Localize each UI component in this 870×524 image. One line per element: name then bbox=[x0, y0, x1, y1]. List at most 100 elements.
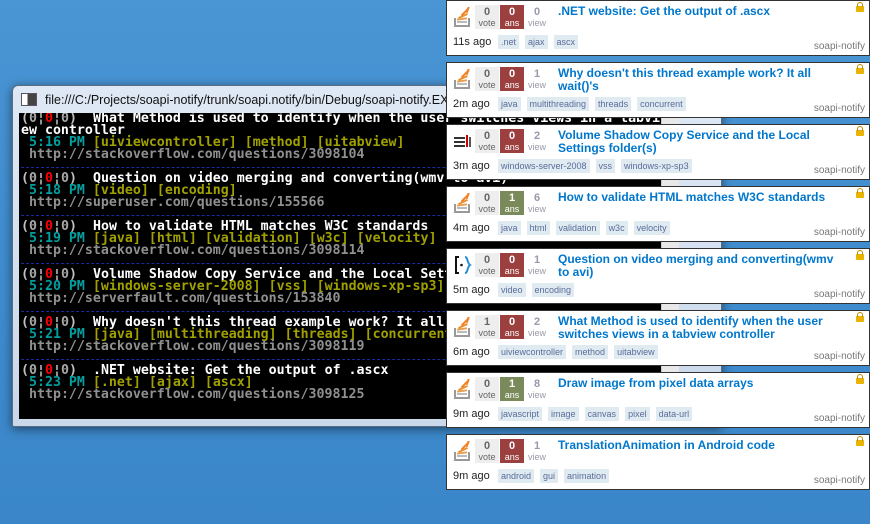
tag-list: .net ajax ascx bbox=[498, 35, 579, 49]
lock-icon[interactable] bbox=[856, 250, 864, 260]
vote-count-box: 0 vote bbox=[475, 377, 499, 401]
tag[interactable]: threads bbox=[595, 97, 632, 111]
tag[interactable]: encoding bbox=[531, 283, 575, 297]
vote-count-box: 1 vote bbox=[475, 315, 499, 339]
vote-count-box: 0 vote bbox=[475, 253, 499, 277]
time-ago: 6m ago bbox=[453, 346, 490, 358]
vote-label: vote bbox=[478, 80, 496, 90]
tag[interactable]: html bbox=[526, 221, 550, 235]
vote-count: 1 bbox=[483, 316, 491, 328]
question-title-link[interactable]: Volume Shadow Copy Service and the Local… bbox=[558, 129, 838, 155]
tag-text: velocity bbox=[364, 231, 429, 246]
lock-icon[interactable] bbox=[856, 312, 864, 322]
tag[interactable]: ascx bbox=[553, 35, 579, 49]
view-count: 1 bbox=[533, 440, 541, 452]
answer-count-box: 0 ans bbox=[500, 439, 524, 463]
view-count-box: 1 view bbox=[525, 67, 549, 91]
question-title-link[interactable]: How to validate HTML matches W3C standar… bbox=[558, 191, 838, 204]
vote-count: 0 bbox=[483, 68, 491, 80]
tag[interactable]: .net bbox=[498, 35, 520, 49]
source-label: soapi-notify bbox=[813, 41, 865, 52]
url-text[interactable]: http://superuser.com/questions/155566 bbox=[29, 195, 325, 210]
tag[interactable]: java bbox=[498, 97, 521, 111]
notification-card[interactable]: 0 vote 0 ans 2 view Volume Shadow Copy Service… bbox=[446, 124, 870, 180]
question-title-link[interactable]: Why doesn't this thread example work? It… bbox=[558, 67, 838, 93]
view-count: 2 bbox=[533, 316, 541, 328]
notification-card[interactable]: 0 vote 0 ans 1 view Question on video merging … bbox=[446, 248, 870, 304]
answer-label: ans bbox=[504, 266, 520, 276]
vote-label: vote bbox=[478, 204, 496, 214]
site-stackoverflow-icon bbox=[454, 190, 472, 213]
lock-icon[interactable] bbox=[856, 64, 864, 74]
answer-count-box: 0 ans bbox=[500, 315, 524, 339]
tag[interactable]: image bbox=[548, 407, 579, 421]
notification-card[interactable]: 0 vote 1 ans 8 view Draw image from pixel data… bbox=[446, 372, 870, 428]
lock-icon[interactable] bbox=[856, 2, 864, 12]
tag[interactable]: video bbox=[498, 283, 526, 297]
lock-icon[interactable] bbox=[856, 188, 864, 198]
tag[interactable]: data-url bbox=[655, 407, 693, 421]
answer-label: ans bbox=[504, 452, 520, 462]
tag[interactable]: android bbox=[498, 469, 535, 483]
tag[interactable]: gui bbox=[540, 469, 559, 483]
answer-count: 0 bbox=[508, 316, 516, 328]
tag[interactable]: method bbox=[572, 345, 609, 359]
view-label: view bbox=[527, 390, 546, 400]
view-count-box: 1 view bbox=[525, 439, 549, 463]
question-title-link[interactable]: What Method is used to identify when the… bbox=[558, 315, 838, 341]
url-text[interactable]: http://stackoverflow.com/questions/30981… bbox=[29, 387, 364, 402]
notification-card[interactable]: 1 vote 0 ans 2 view What Method is used to ide… bbox=[446, 310, 870, 366]
url-text[interactable]: http://stackoverflow.com/questions/30981… bbox=[29, 339, 364, 354]
tag[interactable]: uiviewcontroller bbox=[498, 345, 567, 359]
url-text[interactable]: http://stackoverflow.com/questions/30981… bbox=[29, 147, 364, 162]
lock-icon[interactable] bbox=[856, 436, 864, 446]
tag[interactable]: windows-xp-sp3 bbox=[621, 159, 692, 173]
notification-card[interactable]: 0 vote 0 ans 1 view TranslationAnimation in An… bbox=[446, 434, 870, 490]
tag[interactable]: concurrent bbox=[637, 97, 686, 111]
tag-text: concurrent bbox=[372, 327, 453, 342]
tag[interactable]: pixel bbox=[625, 407, 650, 421]
tag-list: windows-server-2008 vss windows-xp-sp3 bbox=[498, 159, 692, 173]
view-count: 1 bbox=[533, 254, 541, 266]
tag[interactable]: multithreading bbox=[526, 97, 590, 111]
site-stackoverflow-icon bbox=[454, 314, 472, 337]
source-label: soapi-notify bbox=[813, 475, 865, 486]
question-title-link[interactable]: TranslationAnimation in Android code bbox=[558, 439, 838, 452]
lock-icon[interactable] bbox=[856, 126, 864, 136]
console-app-icon bbox=[21, 93, 37, 106]
view-count: 2 bbox=[533, 130, 541, 142]
notification-card[interactable]: 0 vote 0 ans 1 view Why doesn't this thread ex… bbox=[446, 62, 870, 118]
time-ago: 3m ago bbox=[453, 160, 490, 172]
lock-icon[interactable] bbox=[856, 374, 864, 384]
source-label: soapi-notify bbox=[813, 103, 865, 114]
vote-count: 0 bbox=[483, 6, 491, 18]
question-title-link[interactable]: .NET website: Get the output of .ascx bbox=[558, 5, 838, 18]
view-count: 6 bbox=[533, 192, 541, 204]
tag[interactable]: validation bbox=[555, 221, 600, 235]
tag[interactable]: animation bbox=[564, 469, 610, 483]
tag[interactable]: windows-server-2008 bbox=[498, 159, 590, 173]
tag[interactable]: java bbox=[498, 221, 521, 235]
url-text[interactable]: http://stackoverflow.com/questions/30981… bbox=[29, 243, 364, 258]
tag[interactable]: velocity bbox=[633, 221, 670, 235]
tag-list: video encoding bbox=[498, 283, 575, 297]
vote-label: vote bbox=[478, 328, 496, 338]
vote-count-box: 0 vote bbox=[475, 129, 499, 153]
question-title-link[interactable]: Question on video merging and converting… bbox=[558, 253, 838, 279]
tag[interactable]: ajax bbox=[525, 35, 548, 49]
tag[interactable]: w3c bbox=[605, 221, 628, 235]
tag-list: java multithreading threads concurrent bbox=[498, 97, 686, 111]
question-title-link[interactable]: Draw image from pixel data arrays bbox=[558, 377, 838, 390]
time-ago: 9m ago bbox=[453, 470, 490, 482]
tag[interactable]: javascript bbox=[498, 407, 543, 421]
view-label: view bbox=[527, 204, 546, 214]
notification-card[interactable]: 0 vote 0 ans 0 view .NET website: Get the outp… bbox=[446, 0, 870, 56]
site-stackoverflow-icon bbox=[454, 376, 472, 399]
tag[interactable]: canvas bbox=[584, 407, 620, 421]
answer-count-box: 1 ans bbox=[500, 377, 524, 401]
source-label: soapi-notify bbox=[813, 289, 865, 300]
tag[interactable]: uitabview bbox=[614, 345, 658, 359]
notification-card[interactable]: 0 vote 1 ans 6 view How to validate HTML match… bbox=[446, 186, 870, 242]
url-text[interactable]: http://serverfault.com/questions/153840 bbox=[29, 291, 340, 306]
tag[interactable]: vss bbox=[595, 159, 616, 173]
